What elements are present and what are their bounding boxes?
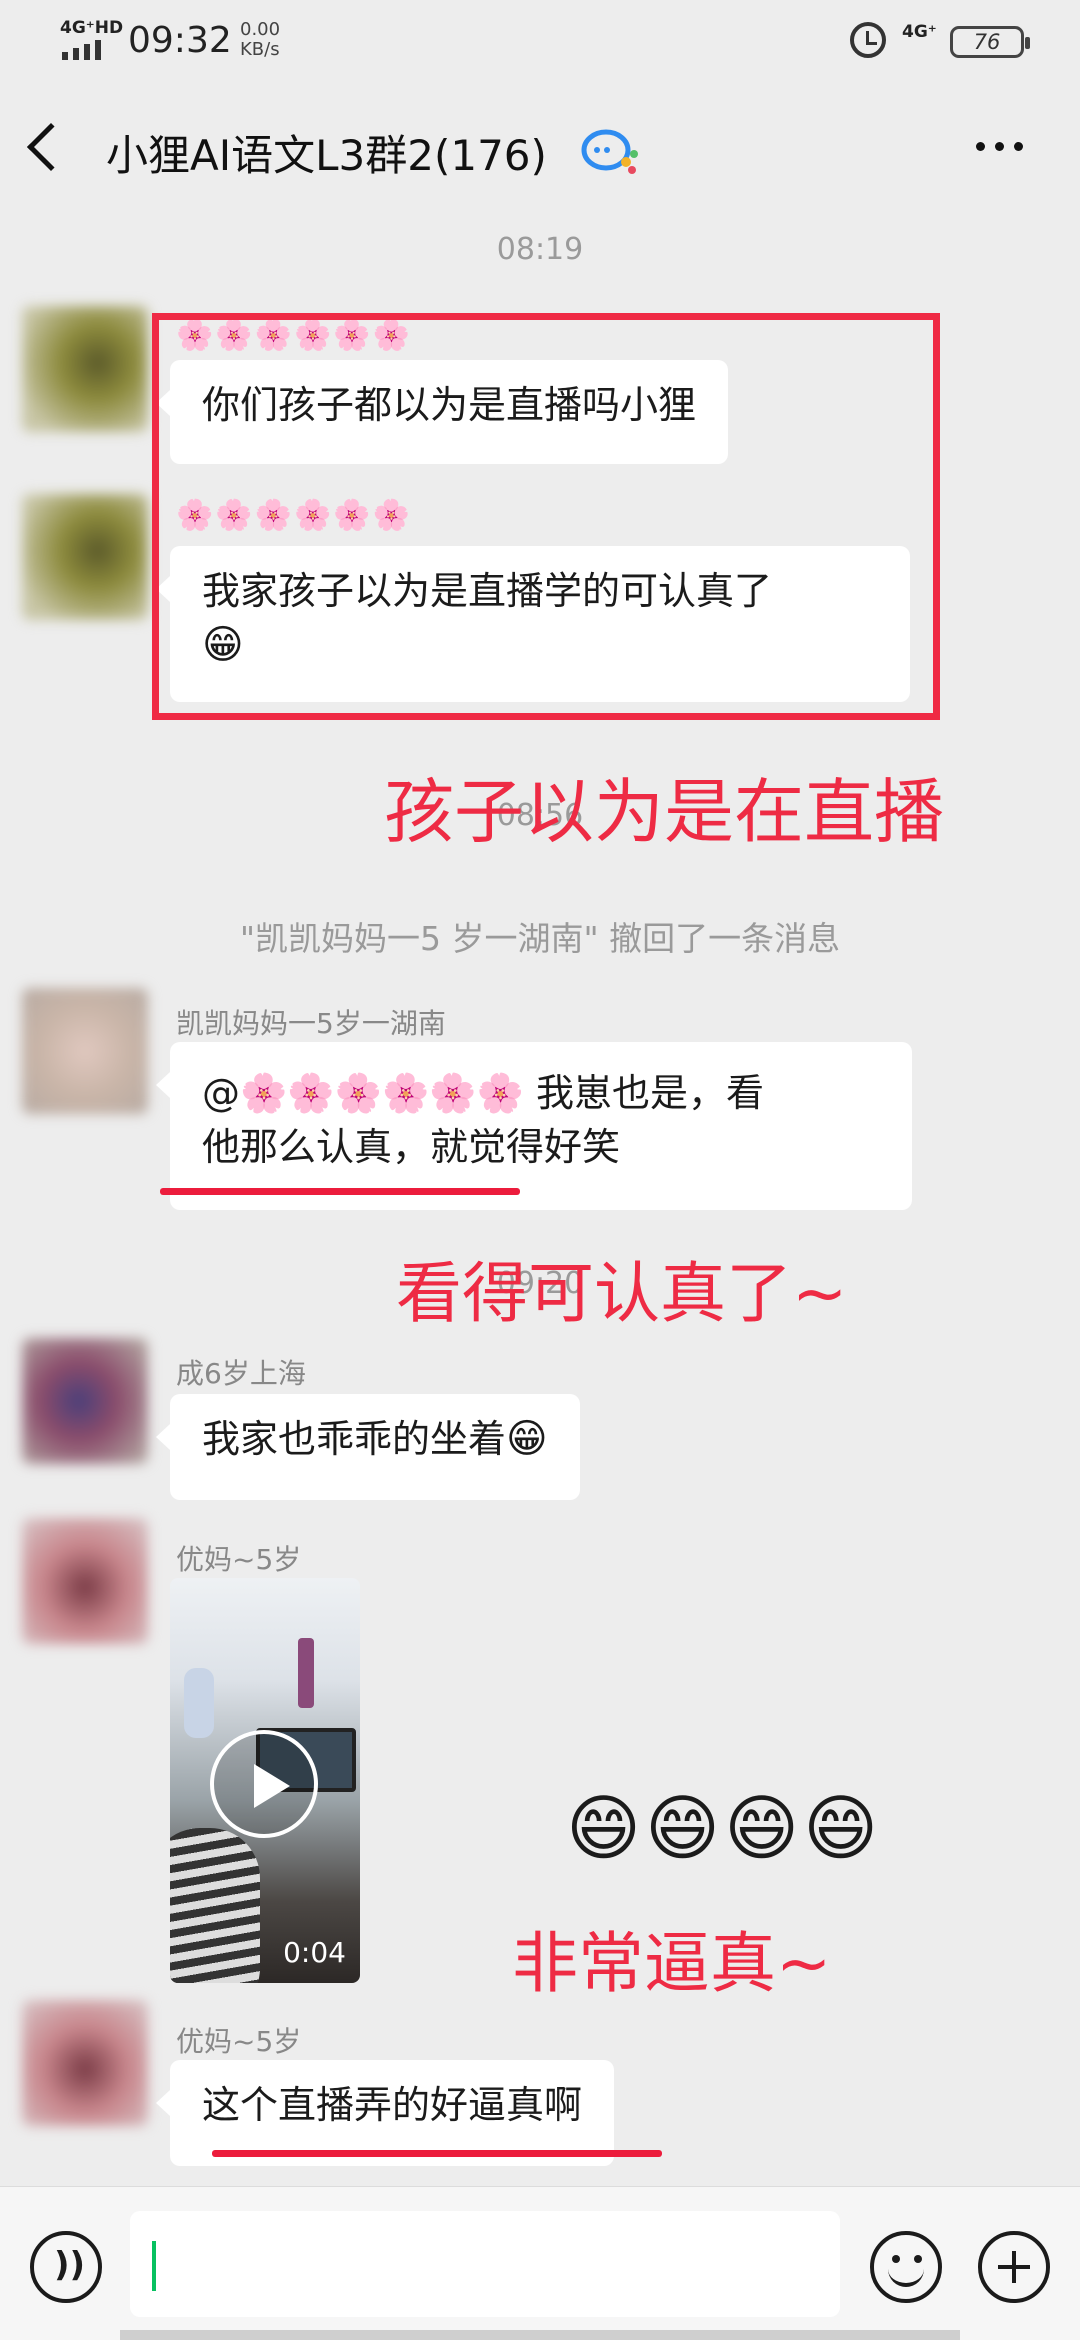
status-bar: 4G⁺HD 09:32 0.00 KB/s 4G⁺ 76: [0, 0, 1080, 80]
network-type: 4G⁺HD: [60, 18, 124, 38]
annotation-text: 孩子以为是在直播: [384, 771, 944, 853]
mention-text[interactable]: @🌸🌸🌸🌸🌸🌸: [202, 1071, 524, 1115]
avatar[interactable]: [22, 1518, 148, 1644]
highlight-box: [152, 313, 940, 720]
sender-name: 凯凯妈妈一5岁一湖南: [176, 1007, 446, 1040]
timestamp: 08:19: [496, 232, 584, 267]
avatar[interactable]: [22, 494, 148, 620]
avatar[interactable]: [22, 2000, 148, 2126]
speed-value: 0.00: [240, 19, 281, 40]
sender-name: 优妈~5岁: [176, 1543, 302, 1576]
grin-emoji-icon: 😁: [506, 1416, 548, 1462]
more-options-icon[interactable]: [976, 142, 1023, 151]
text-caret: [152, 2241, 156, 2291]
annotation-text: 非常逼真~: [512, 1925, 832, 2002]
page-title: 小狸AI语文L3群2(176): [106, 131, 547, 180]
underline-mark: [160, 1188, 520, 1195]
keyboard-edge: [120, 2330, 960, 2340]
message-bubble[interactable]: @🌸🌸🌸🌸🌸🌸 我崽也是，看 他那么认真，就觉得好笑: [156, 1042, 912, 1210]
recall-notice: "凯凯妈妈一5 岁一湖南" 撤回了一条消息: [239, 919, 841, 958]
annotation-text: 看得可认真了~: [396, 1255, 848, 1332]
video-thumbnail-detail: [170, 1828, 260, 1983]
sender-name: 成6岁上海: [176, 1357, 306, 1390]
video-duration: 0:04: [283, 1936, 346, 1969]
avatar[interactable]: [22, 306, 148, 432]
alarm-icon: [850, 22, 886, 58]
speed-unit: KB/s: [240, 39, 280, 60]
message-text: 这个直播弄的好逼真啊: [202, 2083, 583, 2127]
avatar[interactable]: [22, 1338, 148, 1464]
video-thumbnail-detail: [298, 1638, 314, 1708]
input-bar: )): [0, 2186, 1080, 2340]
network-speed: 0.00 KB/s: [240, 20, 280, 60]
avatar[interactable]: [22, 988, 148, 1114]
play-icon[interactable]: [210, 1730, 318, 1838]
emoji-icon[interactable]: [870, 2231, 942, 2303]
message-input[interactable]: [130, 2211, 840, 2317]
video-thumbnail: [184, 1668, 214, 1738]
message-text: 我家也乖乖的坐着: [202, 1417, 507, 1461]
status-time: 09:32: [128, 20, 232, 61]
smile-emoji-icons: 😄😄😄😄: [566, 1786, 883, 1870]
message-text: 他那么认真，就觉得好笑: [202, 1125, 621, 1169]
voice-icon[interactable]: )): [30, 2231, 102, 2303]
video-message[interactable]: 0:04: [170, 1578, 360, 1983]
plus-icon[interactable]: [978, 2231, 1050, 2303]
message-bubble[interactable]: 我家也乖乖的坐着😁: [156, 1394, 580, 1500]
chat-header: 小狸AI语文L3群2(176): [0, 84, 1080, 214]
back-icon[interactable]: [26, 122, 76, 172]
message-text: 我崽也是，看: [523, 1071, 764, 1115]
sender-name: 优妈~5岁: [176, 2025, 302, 2058]
battery-icon: 76: [950, 26, 1030, 58]
group-chat-icon: [581, 129, 638, 174]
underline-mark: [212, 2150, 662, 2157]
signal-icon: [62, 40, 101, 60]
network-type-right: 4G⁺: [902, 22, 937, 42]
